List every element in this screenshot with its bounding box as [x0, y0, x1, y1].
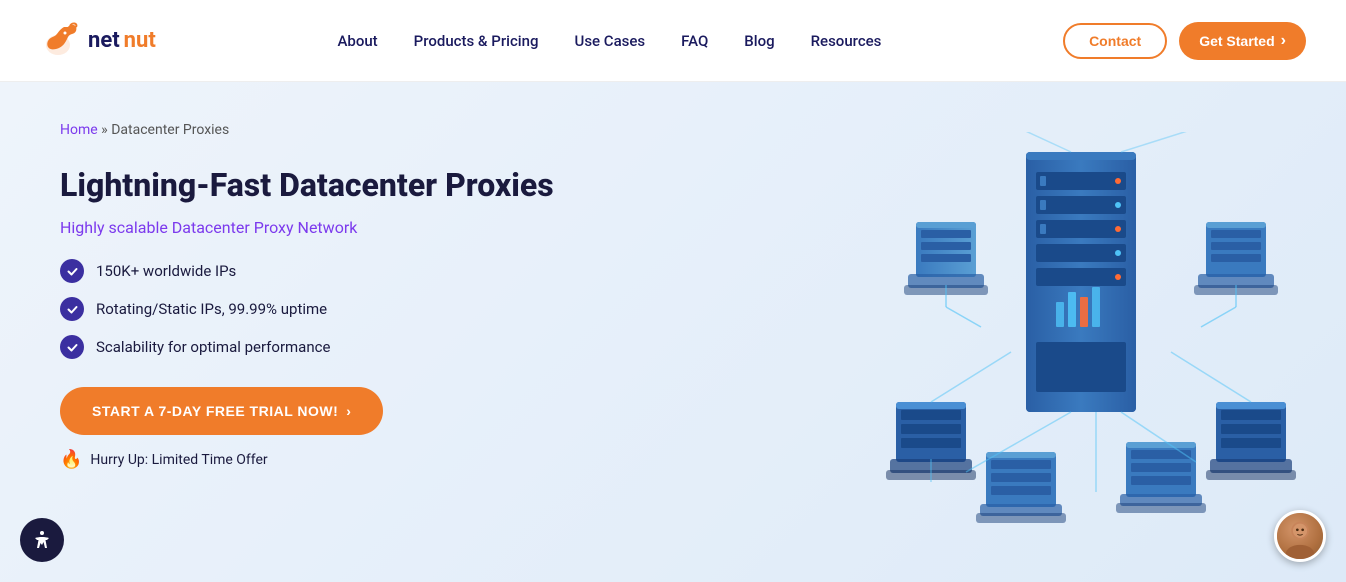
hurry-up-notice: 🔥 Hurry Up: Limited Time Offer: [60, 449, 660, 470]
logo-text-nut: nut: [124, 28, 156, 53]
logo-icon: [40, 19, 84, 63]
breadcrumb-current: Datacenter Proxies: [111, 122, 229, 138]
accessibility-button[interactable]: [20, 518, 64, 562]
hero-section: Home » Datacenter Proxies Lightning-Fast…: [0, 82, 1346, 582]
accessibility-icon: [30, 528, 54, 552]
avatar-image: [1277, 513, 1323, 559]
feature-item-3: Scalability for optimal performance: [60, 335, 660, 359]
feature-text-2: Rotating/Static IPs, 99.99% uptime: [96, 300, 327, 318]
avatar-svg: [1277, 513, 1323, 559]
check-icon-2: [60, 297, 84, 321]
logo[interactable]: netnut: [40, 19, 156, 63]
logo-text-net: net: [88, 28, 120, 53]
hero-subtitle: Highly scalable Datacenter Proxy Network: [60, 218, 660, 237]
nav-use-cases[interactable]: Use Cases: [575, 32, 646, 50]
get-started-button[interactable]: Get Started ›: [1179, 22, 1306, 60]
feature-list: 150K+ worldwide IPs Rotating/Static IPs,…: [60, 259, 660, 359]
nav-products[interactable]: Products & Pricing: [414, 32, 539, 50]
check-icon-1: [60, 259, 84, 283]
get-started-arrow: ›: [1281, 32, 1286, 50]
header-actions: Contact Get Started ›: [1063, 22, 1306, 60]
main-nav: About Products & Pricing Use Cases FAQ B…: [337, 32, 881, 50]
fire-icon: 🔥: [60, 449, 82, 470]
nav-resources[interactable]: Resources: [811, 32, 882, 50]
feature-item-1: 150K+ worldwide IPs: [60, 259, 660, 283]
contact-button[interactable]: Contact: [1063, 23, 1167, 59]
hurry-text: Hurry Up: Limited Time Offer: [90, 452, 267, 468]
feature-text-1: 150K+ worldwide IPs: [96, 262, 236, 280]
nav-faq[interactable]: FAQ: [681, 32, 708, 50]
trial-button[interactable]: START A 7-DAY FREE TRIAL NOW! ›: [60, 387, 383, 435]
trial-button-arrow: ›: [346, 403, 351, 419]
hero-title: Lightning-Fast Datacenter Proxies: [60, 166, 660, 204]
check-icon-3: [60, 335, 84, 359]
header: netnut About Products & Pricing Use Case…: [0, 0, 1346, 82]
chat-avatar[interactable]: [1274, 510, 1326, 562]
nav-about[interactable]: About: [337, 32, 377, 50]
nav-blog[interactable]: Blog: [744, 32, 774, 50]
breadcrumb-separator: »: [101, 122, 108, 138]
feature-text-3: Scalability for optimal performance: [96, 338, 330, 356]
get-started-label: Get Started: [1199, 33, 1274, 49]
hero-content: Lightning-Fast Datacenter Proxies Highly…: [60, 166, 660, 470]
server-illustration: [886, 132, 1306, 552]
server-svg: [886, 132, 1306, 552]
breadcrumb-home[interactable]: Home: [60, 122, 98, 138]
trial-button-label: START A 7-DAY FREE TRIAL NOW!: [92, 403, 338, 419]
feature-item-2: Rotating/Static IPs, 99.99% uptime: [60, 297, 660, 321]
